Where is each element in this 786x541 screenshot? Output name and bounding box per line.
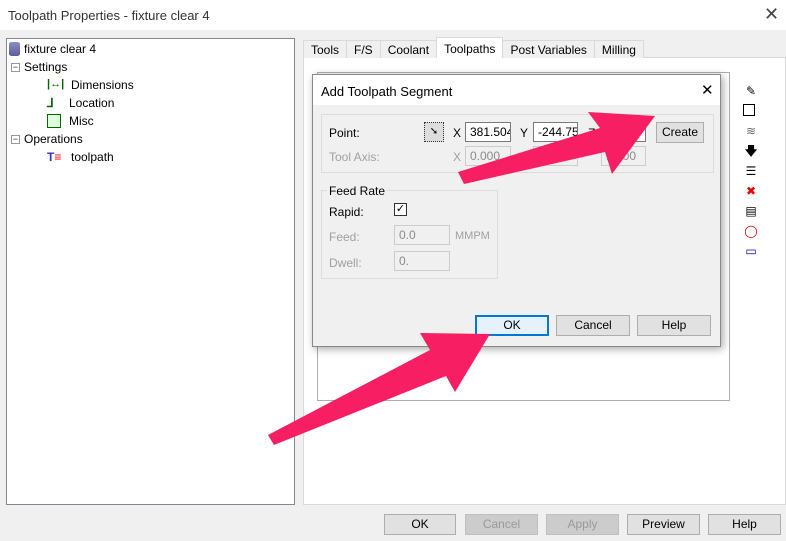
arrow-to-create-icon <box>458 112 655 184</box>
tab-toolpaths[interactable]: Toolpaths <box>436 37 504 58</box>
arrow-to-ok-icon <box>268 333 490 445</box>
annotation-arrows <box>268 112 655 445</box>
